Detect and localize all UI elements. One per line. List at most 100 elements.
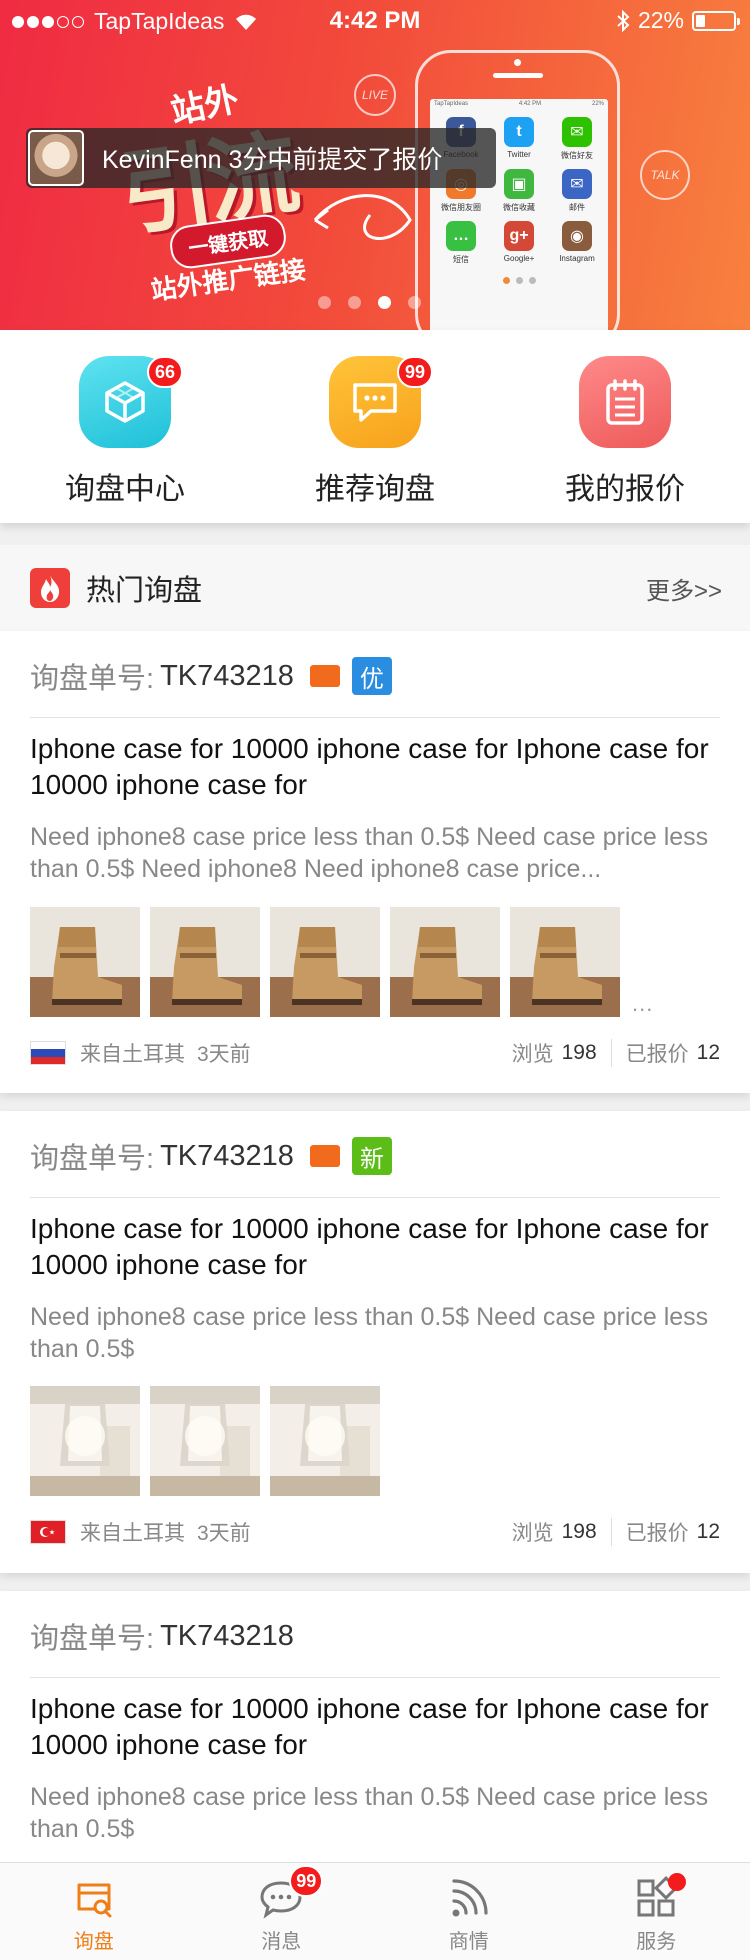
tab-service[interactable]: 服务 — [563, 1863, 750, 1960]
tab-inquiry[interactable]: 询盘 — [0, 1863, 188, 1960]
recommend-inquiry-badge: 99 — [396, 356, 433, 388]
quick-entry-label: 我的报价 — [565, 473, 685, 506]
boot-product-thumbnail[interactable] — [270, 907, 380, 1017]
inquiry-no-label: 询盘单号: — [30, 1143, 155, 1175]
boot-product-thumbnail[interactable] — [510, 907, 620, 1017]
quotes-count: 12 — [696, 1041, 720, 1064]
boot-product-thumbnail[interactable] — [390, 907, 500, 1017]
favorites-icon: ▣ — [504, 169, 534, 199]
card-header: 询盘单号: TK743218 优 — [30, 655, 392, 697]
quick-entry-label: 推荐询盘 — [315, 473, 435, 506]
status-bar: TapTapIdeas 4:42 PM 22% — [0, 0, 750, 40]
quotes-label: 已报价 — [625, 1522, 689, 1545]
time-ago: 3天前 — [197, 1522, 251, 1545]
card-stats: 浏览 198 已报价 12 — [512, 1038, 720, 1068]
service-notification-dot — [668, 1873, 687, 1891]
banner-dot[interactable] — [408, 296, 421, 309]
phone-app-label: 微信好友 — [561, 151, 593, 160]
mail-icon — [309, 1145, 340, 1167]
recommend-inquiry-icon: 99 — [329, 356, 433, 448]
phone-app: g+ Google+ — [492, 221, 546, 265]
live-deco-icon: LIVE — [354, 74, 396, 116]
arrow-deco-icon — [313, 194, 412, 240]
quick-entry-inquiry-center[interactable]: 66 询盘中心 — [0, 356, 250, 508]
inquiry-description: Need iphone8 case price less than 0.5$ N… — [30, 823, 709, 883]
phone-app-label: Google+ — [503, 254, 535, 263]
card-footer: 来自土耳其 3天前 浏览 198 已报价 12 — [30, 1035, 720, 1071]
card-header: 询盘单号: TK743218 — [30, 1615, 294, 1657]
tab-label: 商情 — [448, 1931, 489, 1953]
quick-entry-my-quote[interactable]: 我的报价 — [500, 356, 750, 508]
phone-app: ◉ Instagram — [550, 221, 604, 265]
inquiry-card[interactable]: 询盘单号: TK743218 Iphone case for 10000 iph… — [0, 1591, 750, 1881]
tab-bar: 询盘 99 消息 商情 服务 — [0, 1862, 750, 1960]
inquiry-center-badge: 66 — [146, 356, 183, 388]
phone-app-label: 微信朋友圈 — [441, 203, 481, 212]
quotes-label: 已报价 — [625, 1043, 689, 1066]
card-header: 询盘单号: TK743218 新 — [30, 1135, 392, 1177]
phone-battery: 22% — [591, 101, 604, 107]
divider — [30, 1677, 720, 1678]
battery-fill — [696, 14, 705, 27]
thumbnail-strip — [30, 1386, 380, 1496]
notification-text: KevinFenn 3分中前提交了报价 — [102, 146, 443, 174]
mail-icon — [309, 665, 340, 687]
tab-feed[interactable]: 商情 — [375, 1863, 563, 1960]
talk-deco-icon: TALK — [640, 150, 690, 200]
inquiry-title: Iphone case for 10000 iphone case for Ip… — [30, 1693, 709, 1760]
my-quote-icon — [579, 356, 671, 448]
inquiry-card[interactable]: 询盘单号: TK743218 新 Iphone case for 10000 i… — [0, 1111, 750, 1573]
banner-pagination[interactable] — [318, 296, 421, 309]
inquiry-no: TK743218 — [160, 659, 294, 692]
more-thumbnails-indicator[interactable]: ... — [632, 991, 653, 1017]
quotes-count: 12 — [696, 1520, 720, 1543]
quick-entry-recommend[interactable]: 99 推荐询盘 — [250, 356, 500, 508]
russia-flag-icon — [30, 1041, 66, 1065]
phone-app: ✉ 微信好友 — [550, 117, 604, 161]
chandelier-product-thumbnail[interactable] — [150, 1386, 260, 1496]
tab-message[interactable]: 99 消息 — [188, 1863, 376, 1960]
card-footer: 来自土耳其 3天前 浏览 198 已报价 12 — [30, 1514, 720, 1550]
new-tag: 新 — [351, 1137, 392, 1175]
more-link[interactable]: 更多>> — [646, 571, 722, 606]
phone-status: TapTapIdeas 4:42 PM 22% — [430, 99, 608, 109]
phone-app-label: Twitter — [507, 150, 531, 159]
views-count: 198 — [561, 1041, 597, 1064]
banner-dot[interactable] — [348, 296, 361, 309]
quality-tag: 优 — [351, 657, 392, 695]
phone-app-label: 短信 — [453, 255, 469, 264]
views-label: 浏览 — [511, 1522, 554, 1545]
wechat-icon: ✉ — [562, 117, 592, 147]
boot-product-thumbnail[interactable] — [150, 907, 260, 1017]
boot-product-thumbnail[interactable] — [30, 907, 140, 1017]
fire-icon — [30, 568, 70, 608]
thumbnail-strip: ... — [30, 907, 653, 1017]
twitter-icon: t — [504, 117, 534, 147]
divider — [30, 717, 720, 718]
inquiry-card[interactable]: 询盘单号: TK743218 优 Iphone case for 10000 i… — [0, 631, 750, 1093]
phone-app: ▣ 微信收藏 — [492, 169, 546, 213]
origin-text: 来自土耳其 — [80, 1522, 185, 1545]
phone-speaker — [493, 73, 543, 78]
inquiry-no-label: 询盘单号: — [30, 1623, 155, 1655]
divider — [30, 1197, 720, 1198]
phone-time: 4:42 PM — [518, 101, 542, 107]
banner-dot[interactable] — [378, 296, 391, 309]
quote-notification[interactable]: KevinFenn 3分中前提交了报价 — [26, 128, 496, 188]
inquiry-no: TK743218 — [160, 1619, 294, 1652]
stats-separator — [610, 1039, 612, 1067]
chandelier-product-thumbnail[interactable] — [270, 1386, 380, 1496]
promo-banner[interactable]: TapTapIdeas 4:42 PM 22% 站外 引流 一键获取 站外推广链… — [0, 0, 750, 330]
phone-illustration: TapTapIdeas 4:42 PM 22% fFacebooktTwitte… — [415, 50, 620, 330]
hot-inquiry-header: 热门询盘 更多>> — [0, 545, 750, 631]
battery-icon — [692, 10, 740, 31]
inquiry-title: Iphone case for 10000 iphone case for Ip… — [30, 1213, 709, 1280]
chandelier-product-thumbnail[interactable] — [30, 1386, 140, 1496]
banner-dot[interactable] — [318, 296, 331, 309]
stats-separator — [610, 1518, 612, 1546]
inquiry-no: TK743218 — [160, 1139, 294, 1172]
section-title: 热门询盘 — [86, 575, 203, 607]
google-plus-icon: g+ — [504, 221, 534, 251]
feed-tab-icon — [452, 1879, 488, 1917]
origin-text: 来自土耳其 — [80, 1043, 185, 1066]
